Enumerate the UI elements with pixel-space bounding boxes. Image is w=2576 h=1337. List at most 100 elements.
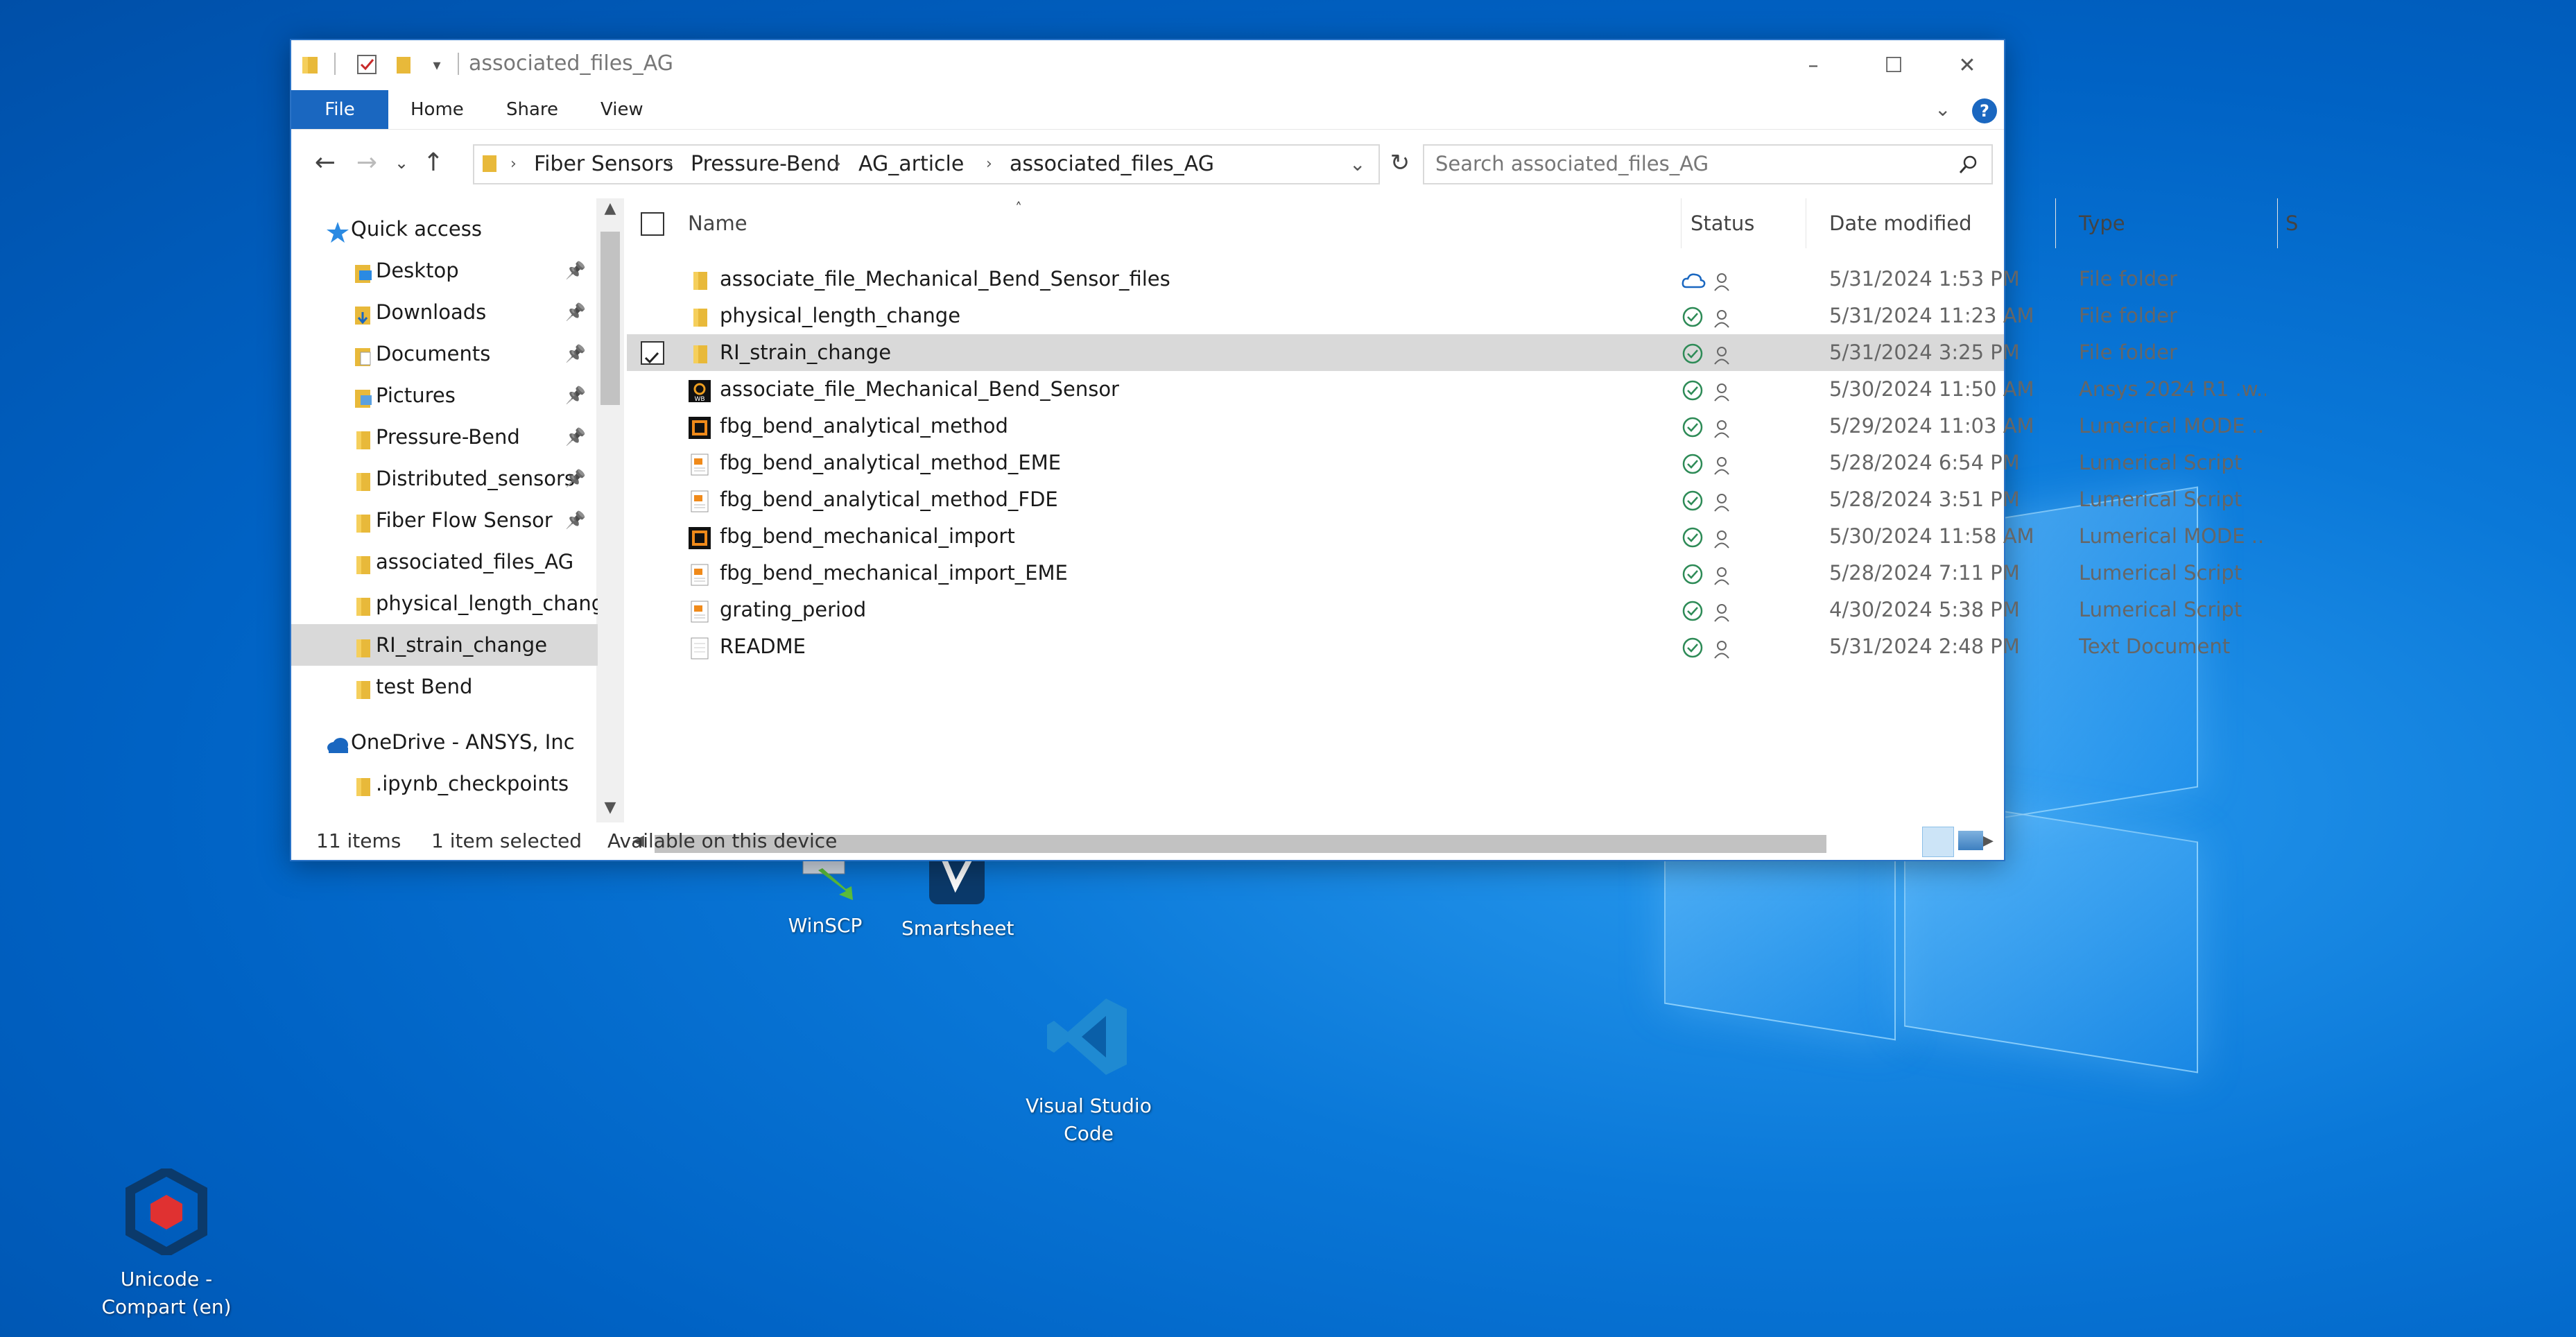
row-checkbox[interactable]	[641, 341, 664, 365]
folder-icon	[351, 771, 374, 804]
file-type: Lumerical Script	[2079, 451, 2242, 474]
sidebar-item[interactable]: test Bend	[291, 666, 598, 707]
breadcrumb-separator[interactable]: ›	[510, 146, 517, 183]
new-folder-icon[interactable]	[394, 54, 413, 75]
select-all-checkbox[interactable]	[641, 212, 664, 236]
expand-ribbon-chevron-icon[interactable]: ⌄	[1935, 90, 1951, 129]
search-input[interactable]	[1434, 146, 1936, 182]
tab-share[interactable]: Share	[506, 90, 558, 129]
address-history-chevron-icon[interactable]: ⌄	[1349, 146, 1365, 183]
sidebar-item[interactable]: Pictures 📌	[291, 374, 598, 416]
table-row[interactable]: fbg_bend_analytical_method_FDE 5/28/2024 …	[627, 481, 2242, 518]
date-modified: 5/31/2024 2:48 PM	[1829, 635, 2020, 658]
breadcrumb-separator[interactable]: ›	[667, 146, 673, 183]
sidebar-item[interactable]: physical_length_change	[291, 583, 598, 624]
minimize-button[interactable]: –	[1782, 49, 1844, 83]
table-row[interactable]: fbg_bend_analytical_method_EME 5/28/2024 …	[627, 445, 2242, 481]
column-divider[interactable]	[2277, 198, 2278, 248]
pin-icon: 📌	[565, 302, 586, 322]
refresh-button[interactable]: ↻	[1383, 144, 1417, 182]
date-modified: 5/28/2024 7:11 PM	[1829, 561, 2020, 585]
table-row[interactable]: grating_period 4/30/2024 5:38 PM Lumerical…	[627, 592, 2242, 628]
sidebar-item[interactable]: Documents 📌	[291, 333, 598, 374]
column-header-status[interactable]: Status	[1691, 198, 1754, 248]
customize-toolbar-chevron-icon[interactable]: ▾	[423, 49, 451, 83]
sidebar-item-label: RI_strain_change	[376, 633, 548, 657]
sidebar-item[interactable]: Fiber Flow Sensor 📌	[291, 499, 598, 541]
pin-icon: 📌	[565, 427, 586, 447]
date-modified: 5/30/2024 11:58 AM	[1829, 524, 2034, 548]
table-row[interactable]: fbg_bend_mechanical_import_EME 5/28/2024 …	[627, 555, 2242, 592]
sidebar-item[interactable]: Distributed_sensors 📌	[291, 458, 598, 499]
file-type: File folder	[2079, 304, 2177, 327]
close-button[interactable]: ✕	[1936, 49, 1998, 83]
up-button[interactable]: ↑	[416, 144, 451, 182]
file-name: RI_strain_change	[720, 340, 892, 364]
address-bar[interactable]: › Fiber Sensors › Pressure-Bend › AG_art…	[473, 144, 1380, 184]
sidebar-item-label: Documents	[376, 342, 491, 365]
maximize-button[interactable]: ☐	[1862, 49, 1925, 83]
table-row[interactable]: WB associate_file_Mechanical_Bend_Sensor 5…	[627, 371, 2266, 408]
search-icon	[1959, 155, 1977, 173]
nav-scrollbar-thumb[interactable]	[600, 232, 620, 405]
date-modified: 5/30/2024 11:50 AM	[1829, 377, 2034, 401]
table-row[interactable]: associate_file_Mechanical_Bend_Sensor_fi…	[627, 261, 2177, 297]
lumerical-script-icon	[688, 562, 713, 586]
desktop-icon-unicode-compart[interactable]: Unicode - Compart (en)	[90, 1166, 243, 1321]
sidebar-item[interactable]: RI_strain_change	[291, 624, 598, 666]
forward-button[interactable]: →	[349, 144, 384, 182]
folder-icon	[351, 674, 374, 707]
sidebar-item[interactable]: Quick access	[291, 208, 598, 250]
breadcrumb-item[interactable]: Pressure-Bend	[691, 146, 840, 183]
back-button[interactable]: ←	[308, 144, 343, 182]
table-row[interactable]: fbg_bend_analytical_method 5/29/2024 11:0…	[627, 408, 2266, 445]
scroll-up-icon[interactable]: ▲	[596, 200, 624, 217]
sidebar-item-label: test Bend	[376, 675, 473, 698]
column-divider[interactable]	[1681, 198, 1682, 248]
sidebar-item[interactable]: Pressure-Bend 📌	[291, 416, 598, 458]
large-icons-view-button[interactable]	[1958, 831, 1983, 850]
tab-view[interactable]: View	[600, 90, 643, 129]
desktop-icon-vscode[interactable]: Visual Studio Code	[1019, 992, 1158, 1148]
table-row[interactable]: RI_strain_change 5/31/2024 3:25 PM File fo…	[627, 334, 2177, 371]
svg-text:WB: WB	[694, 396, 704, 403]
breadcrumb-item[interactable]: AG_article	[858, 146, 964, 183]
search-box[interactable]	[1423, 144, 1993, 184]
selection-count: 1 item selected	[431, 829, 582, 852]
details-view-button[interactable]	[1922, 827, 1954, 857]
desktop-icon-label: WinSCP	[788, 914, 863, 937]
sidebar-item[interactable]: OneDrive - ANSYS, Inc	[291, 721, 598, 763]
breadcrumb-item[interactable]: associated_files_AG	[1010, 146, 1214, 183]
divider	[458, 53, 459, 75]
table-row[interactable]: physical_length_change 5/31/2024 11:23 AM…	[627, 297, 2177, 334]
table-row[interactable]: README 5/31/2024 2:48 PM Text Document	[627, 628, 2230, 665]
sidebar-item[interactable]: .ipynb_checkpoints	[291, 763, 598, 804]
folder-icon	[688, 268, 713, 291]
column-header-date-modified[interactable]: Date modified	[1829, 198, 1972, 248]
table-row[interactable]: fbg_bend_mechanical_import 5/30/2024 11:5…	[627, 518, 2266, 555]
folder-icon	[688, 304, 713, 328]
help-icon[interactable]: ?	[1972, 98, 1997, 123]
scroll-down-icon[interactable]: ▼	[596, 799, 624, 816]
breadcrumb-separator[interactable]: ›	[986, 146, 992, 183]
sidebar-item[interactable]: Desktop 📌	[291, 250, 598, 291]
column-header-type[interactable]: Type	[2079, 198, 2125, 248]
tab-file[interactable]: File	[291, 90, 388, 129]
properties-check-icon[interactable]	[355, 53, 379, 76]
nav-scrollbar[interactable]: ▲ ▼	[596, 198, 624, 822]
column-divider[interactable]	[2055, 198, 2056, 248]
file-name: fbg_bend_analytical_method_EME	[720, 451, 1062, 474]
recent-locations-chevron-icon[interactable]: ⌄	[384, 144, 419, 182]
sidebar-item[interactable]: Downloads 📌	[291, 291, 598, 333]
breadcrumb-item[interactable]: Fiber Sensors	[534, 146, 673, 183]
sort-indicator-icon: ˄	[1015, 200, 1022, 216]
tab-home[interactable]: Home	[410, 90, 464, 129]
column-header-size[interactable]: S	[2285, 198, 2299, 248]
lumerical-script-icon	[688, 451, 713, 476]
column-header-name[interactable]: Name	[688, 198, 747, 248]
breadcrumb-separator[interactable]: ›	[835, 146, 841, 183]
sidebar-item-label: associated_files_AG	[376, 550, 574, 573]
title-bar[interactable]: ▾ associated_files_AG – ☐ ✕	[291, 40, 2004, 90]
status-bar: 11 items 1 item selected Available on th…	[291, 822, 2004, 860]
sidebar-item[interactable]: associated_files_AG	[291, 541, 598, 583]
